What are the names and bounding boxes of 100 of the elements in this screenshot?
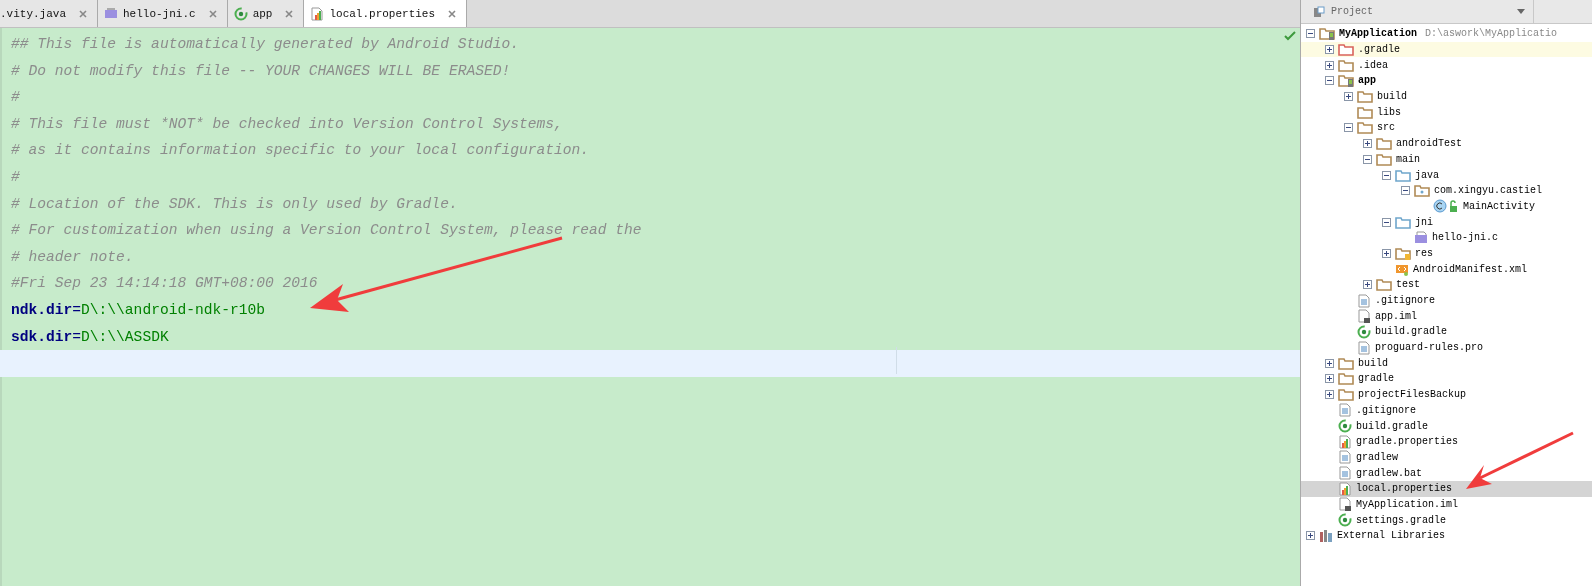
tree-item[interactable]: hello-jni.c bbox=[1301, 229, 1592, 246]
tree-item[interactable]: app.iml bbox=[1301, 308, 1592, 325]
close-icon[interactable] bbox=[208, 9, 217, 18]
code-comment: # bbox=[10, 88, 20, 108]
expand-icon[interactable] bbox=[1306, 531, 1315, 541]
tree-item[interactable]: build.gradle bbox=[1301, 324, 1592, 340]
tree-item[interactable]: res bbox=[1301, 245, 1592, 262]
folder-icon bbox=[1338, 388, 1354, 402]
gradle-icon bbox=[1357, 324, 1371, 339]
expand-icon[interactable] bbox=[1344, 92, 1353, 102]
tree-item[interactable]: libs bbox=[1301, 104, 1592, 121]
folder-icon bbox=[1357, 90, 1373, 104]
close-icon[interactable] bbox=[79, 9, 87, 18]
tree-item[interactable]: .gradle bbox=[1301, 41, 1592, 58]
tree-item[interactable]: proguard-rules.pro bbox=[1301, 339, 1592, 356]
editor-tab[interactable]: local.properties bbox=[304, 0, 468, 27]
editor-tab[interactable]: .vity.java bbox=[0, 0, 98, 27]
tree-item[interactable]: com.xingyu.castiel bbox=[1301, 182, 1592, 199]
module-file-icon bbox=[1338, 497, 1352, 512]
expand-icon[interactable] bbox=[1363, 139, 1372, 149]
tree-item[interactable]: gradle.properties bbox=[1301, 433, 1592, 450]
folder-icon bbox=[1395, 215, 1411, 229]
folder-icon bbox=[1338, 372, 1354, 386]
folder-icon bbox=[1338, 43, 1354, 57]
code-comment: # as it contains information specific to your local configuration. bbox=[10, 141, 589, 161]
tree-item[interactable]: gradlew.bat bbox=[1301, 465, 1592, 481]
class-icon bbox=[1433, 199, 1459, 214]
property-value: D\:\\ASSDK bbox=[81, 328, 169, 345]
tree-item[interactable]: androidTest bbox=[1301, 135, 1592, 152]
tree-item[interactable]: .idea bbox=[1301, 57, 1592, 74]
property-value: D\:\\android-ndk-r10b bbox=[81, 301, 265, 318]
tree-item[interactable]: .gitignore bbox=[1301, 292, 1592, 309]
cpp-file-icon bbox=[1414, 230, 1428, 245]
expand-icon[interactable] bbox=[1363, 280, 1372, 290]
property-separator: = bbox=[72, 328, 82, 345]
manifest-file-icon bbox=[1395, 262, 1409, 277]
tree-item[interactable]: build bbox=[1301, 355, 1592, 372]
code-comment: # For customization when using a Version Control System, please read the bbox=[10, 221, 642, 241]
code-comment: #Fri Sep 23 14:14:18 GMT+08:00 2016 bbox=[10, 274, 318, 294]
code-comment: # Location of the SDK. This is only used by Gradle. bbox=[10, 194, 458, 214]
project-icon bbox=[1313, 5, 1325, 18]
gradle-icon bbox=[1338, 419, 1352, 434]
close-icon[interactable] bbox=[448, 9, 457, 18]
tree-item[interactable]: .gitignore bbox=[1301, 402, 1592, 419]
folder-icon bbox=[1357, 105, 1373, 119]
code-comment: # bbox=[10, 167, 20, 187]
module-file-icon bbox=[1357, 309, 1371, 324]
collapse-icon[interactable] bbox=[1401, 186, 1410, 196]
tree-item[interactable]: local.properties bbox=[1301, 480, 1592, 497]
tree-item[interactable]: External Libraries bbox=[1301, 528, 1592, 544]
tree-item[interactable]: src bbox=[1301, 120, 1592, 136]
collapse-icon[interactable] bbox=[1363, 154, 1372, 164]
tree-item[interactable]: app bbox=[1301, 73, 1592, 89]
tree-item[interactable]: main bbox=[1301, 151, 1592, 168]
gradle-icon bbox=[1338, 513, 1352, 528]
expand-icon[interactable] bbox=[1325, 390, 1334, 400]
folder-icon bbox=[1376, 152, 1392, 166]
editor-tab[interactable]: hello-jni.c bbox=[98, 0, 228, 27]
tree-item[interactable]: gradle bbox=[1301, 371, 1592, 387]
collapse-icon[interactable] bbox=[1382, 170, 1391, 180]
tree-item[interactable]: settings.gradle bbox=[1301, 512, 1592, 528]
text-file-icon bbox=[1357, 293, 1371, 308]
tree-item[interactable]: java bbox=[1301, 167, 1592, 183]
editor-tab[interactable]: app bbox=[227, 0, 305, 27]
collapse-icon[interactable] bbox=[1306, 29, 1315, 39]
expand-icon[interactable] bbox=[1325, 45, 1334, 55]
collapse-icon[interactable] bbox=[1344, 123, 1353, 133]
libraries-icon bbox=[1319, 528, 1333, 543]
property-key: sdk.dir bbox=[11, 328, 73, 345]
tree-item[interactable]: jni bbox=[1301, 214, 1592, 230]
collapse-icon[interactable] bbox=[1382, 217, 1391, 227]
tree-item[interactable]: build.gradle bbox=[1301, 418, 1592, 434]
module-icon bbox=[1338, 74, 1354, 88]
code-comment: ## This file is automatically generated by Android Studio. bbox=[10, 35, 519, 54]
close-icon[interactable] bbox=[285, 9, 294, 18]
module-icon bbox=[1319, 27, 1335, 41]
expand-icon[interactable] bbox=[1325, 374, 1334, 384]
tree-item[interactable]: projectFilesBackup bbox=[1301, 386, 1592, 403]
folder-icon bbox=[1376, 137, 1392, 151]
text-file-icon bbox=[1338, 450, 1352, 465]
expand-icon[interactable] bbox=[1325, 60, 1334, 70]
code-comment: # header note. bbox=[10, 247, 134, 267]
expand-icon[interactable] bbox=[1382, 248, 1391, 258]
code-comment: # Do not modify this file -- YOUR CHANGES WILL BE ERASED! bbox=[10, 61, 511, 81]
tree-item[interactable]: MyApplication.iml bbox=[1301, 496, 1592, 513]
tree-item[interactable]: AndroidManifest.xml bbox=[1301, 261, 1592, 277]
properties-file-icon bbox=[1338, 481, 1352, 496]
collapse-icon[interactable] bbox=[1325, 76, 1334, 86]
expand-icon[interactable] bbox=[1325, 358, 1334, 368]
code-comment: # This file must *NOT* be checked into Version Control Systems, bbox=[10, 114, 563, 134]
property-separator: = bbox=[72, 301, 82, 318]
tree-item[interactable]: test bbox=[1301, 277, 1592, 293]
tree-item[interactable]: MyApplication D:\aswork\MyApplicatio bbox=[1301, 26, 1592, 42]
tree-item[interactable]: MainActivity bbox=[1301, 198, 1592, 215]
cpp-file-icon bbox=[104, 6, 118, 21]
tree-item[interactable]: gradlew bbox=[1301, 449, 1592, 466]
properties-file-icon bbox=[310, 6, 325, 21]
project-path: D:\aswork\MyApplicatio bbox=[1425, 28, 1558, 40]
properties-file-icon bbox=[1338, 434, 1352, 449]
tree-item[interactable]: build bbox=[1301, 88, 1592, 105]
